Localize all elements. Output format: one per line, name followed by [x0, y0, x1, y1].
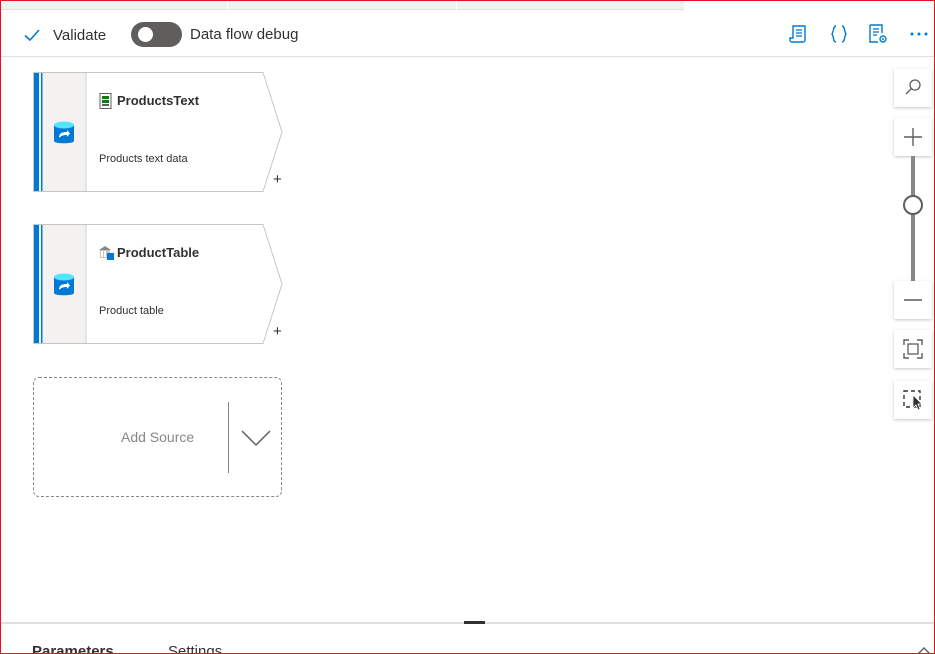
fit-to-screen-button[interactable]: [894, 330, 932, 368]
node-title: ProductsText: [117, 93, 200, 108]
checkmark-icon: [24, 29, 40, 42]
toolbar: Validate Data flow debug: [1, 13, 934, 57]
sql-table-icon: [99, 246, 114, 260]
add-source-button[interactable]: Add Source: [33, 377, 282, 497]
validate-label: Validate: [53, 26, 107, 44]
source-node-productstext[interactable]: ProductsText Products text data +: [33, 72, 283, 192]
search-canvas-button[interactable]: [894, 69, 932, 107]
data-flow-debug-label: Data flow debug: [190, 26, 299, 43]
csv-file-icon: [99, 93, 112, 109]
zoom-slider-thumb[interactable]: [903, 195, 923, 215]
more-icon[interactable]: [908, 23, 930, 45]
panel-resize-handle[interactable]: [464, 621, 485, 624]
node-description: Product table: [99, 305, 164, 317]
properties-icon[interactable]: [867, 23, 889, 45]
zoom-in-button[interactable]: [894, 118, 932, 156]
fit-to-screen-icon: [903, 339, 923, 359]
add-transformation-button[interactable]: +: [273, 324, 282, 339]
chevron-down-icon[interactable]: [240, 428, 272, 448]
add-transformation-button[interactable]: +: [273, 172, 282, 187]
search-icon: [905, 79, 921, 95]
tab-separator: [456, 1, 457, 10]
toggle-knob: [138, 27, 153, 42]
validate-button[interactable]: Validate: [23, 23, 106, 47]
code-braces-icon[interactable]: [828, 23, 850, 45]
source-database-icon: [54, 273, 74, 296]
document-tabs-strip: [1, 1, 934, 11]
script-icon[interactable]: [788, 23, 810, 45]
select-mode-icon: [903, 390, 923, 411]
zoom-in-icon: [904, 128, 922, 146]
zoom-out-icon: [904, 299, 922, 301]
data-flow-editor: Validate Data flow debug ProductsText Pr…: [0, 0, 935, 654]
node-description: Products text data: [99, 153, 188, 165]
tab-parameters[interactable]: Parameters: [32, 643, 114, 653]
source-database-icon: [54, 121, 74, 144]
tab-separator: [227, 1, 228, 10]
add-source-divider: [228, 402, 229, 473]
select-mode-button[interactable]: [894, 381, 932, 419]
chevron-up-icon[interactable]: [917, 645, 931, 654]
add-source-label: Add Source: [121, 429, 195, 445]
zoom-slider-track[interactable]: [911, 156, 915, 282]
tab-settings[interactable]: Settings: [168, 643, 222, 653]
zoom-out-button[interactable]: [894, 281, 932, 319]
node-title: ProductTable: [117, 245, 200, 260]
data-flow-debug-toggle[interactable]: [131, 22, 182, 47]
source-node-producttable[interactable]: ProductTable Product table +: [33, 224, 283, 344]
document-tabs[interactable]: [1, 1, 684, 10]
